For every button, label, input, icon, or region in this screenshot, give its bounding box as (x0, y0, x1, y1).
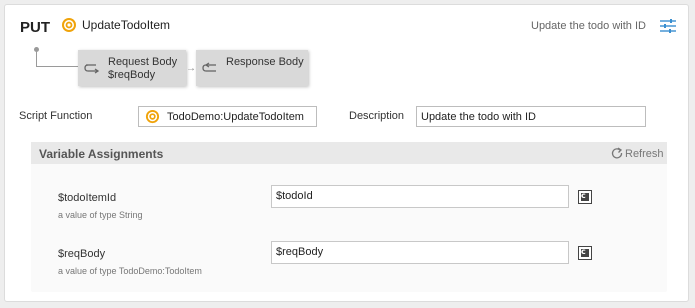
step-variable: $reqBody (108, 69, 156, 81)
variable-value: $todoId (276, 190, 313, 202)
description-label: Description (349, 110, 405, 122)
arrow-right-icon: → (186, 63, 196, 74)
script-function-field[interactable]: TodoDemo:UpdateTodoItem (138, 106, 317, 127)
http-method: PUT (20, 19, 50, 36)
variable-assignments-title: Variable Assignments (39, 147, 164, 161)
operation-summary: Update the todo with ID (531, 20, 646, 32)
variable-picker-icon: c (581, 247, 586, 256)
operation-name: UpdateTodoItem (82, 18, 171, 32)
variable-value-input[interactable]: $reqBody (271, 241, 569, 264)
variable-picker-button[interactable]: c (578, 190, 592, 204)
refresh-icon (611, 147, 623, 159)
variable-picker-icon: c (581, 191, 586, 200)
step-label: Response Body (226, 56, 304, 68)
variable-picker-button[interactable]: c (578, 246, 592, 260)
step-label: Request Body (108, 56, 178, 68)
description-field[interactable]: Update the todo with ID (416, 106, 646, 127)
refresh-button[interactable]: Refresh (611, 147, 664, 160)
variable-name: $reqBody (58, 248, 106, 260)
response-flow-icon (202, 62, 216, 72)
flow-connector (36, 66, 78, 67)
script-function-label: Script Function (19, 110, 93, 122)
refresh-label: Refresh (625, 148, 664, 160)
response-body-step[interactable]: Response Body (196, 50, 308, 86)
request-flow-icon (84, 64, 100, 74)
script-function-value: TodoDemo:UpdateTodoItem (167, 111, 304, 123)
description-value: Update the todo with ID (421, 111, 536, 123)
request-body-step[interactable]: Request Body $reqBody (78, 50, 186, 86)
variable-name: $todoItemId (58, 192, 117, 204)
operation-card: PUT UpdateTodoItem Update the todo with … (4, 4, 689, 302)
sliders-icon[interactable] (659, 18, 677, 34)
gear-icon (145, 109, 160, 124)
gear-icon (62, 18, 76, 32)
variable-type: a value of type TodoDemo:TodoItem (58, 266, 202, 276)
variable-type: a value of type String (58, 210, 143, 220)
variable-value: $reqBody (276, 246, 324, 258)
flow-connector (36, 51, 37, 66)
variable-value-input[interactable]: $todoId (271, 185, 569, 208)
variable-assignments-header: Variable Assignments Refresh (31, 142, 667, 164)
variable-assignments-panel: Variable Assignments Refresh $todoItemId… (31, 142, 667, 292)
